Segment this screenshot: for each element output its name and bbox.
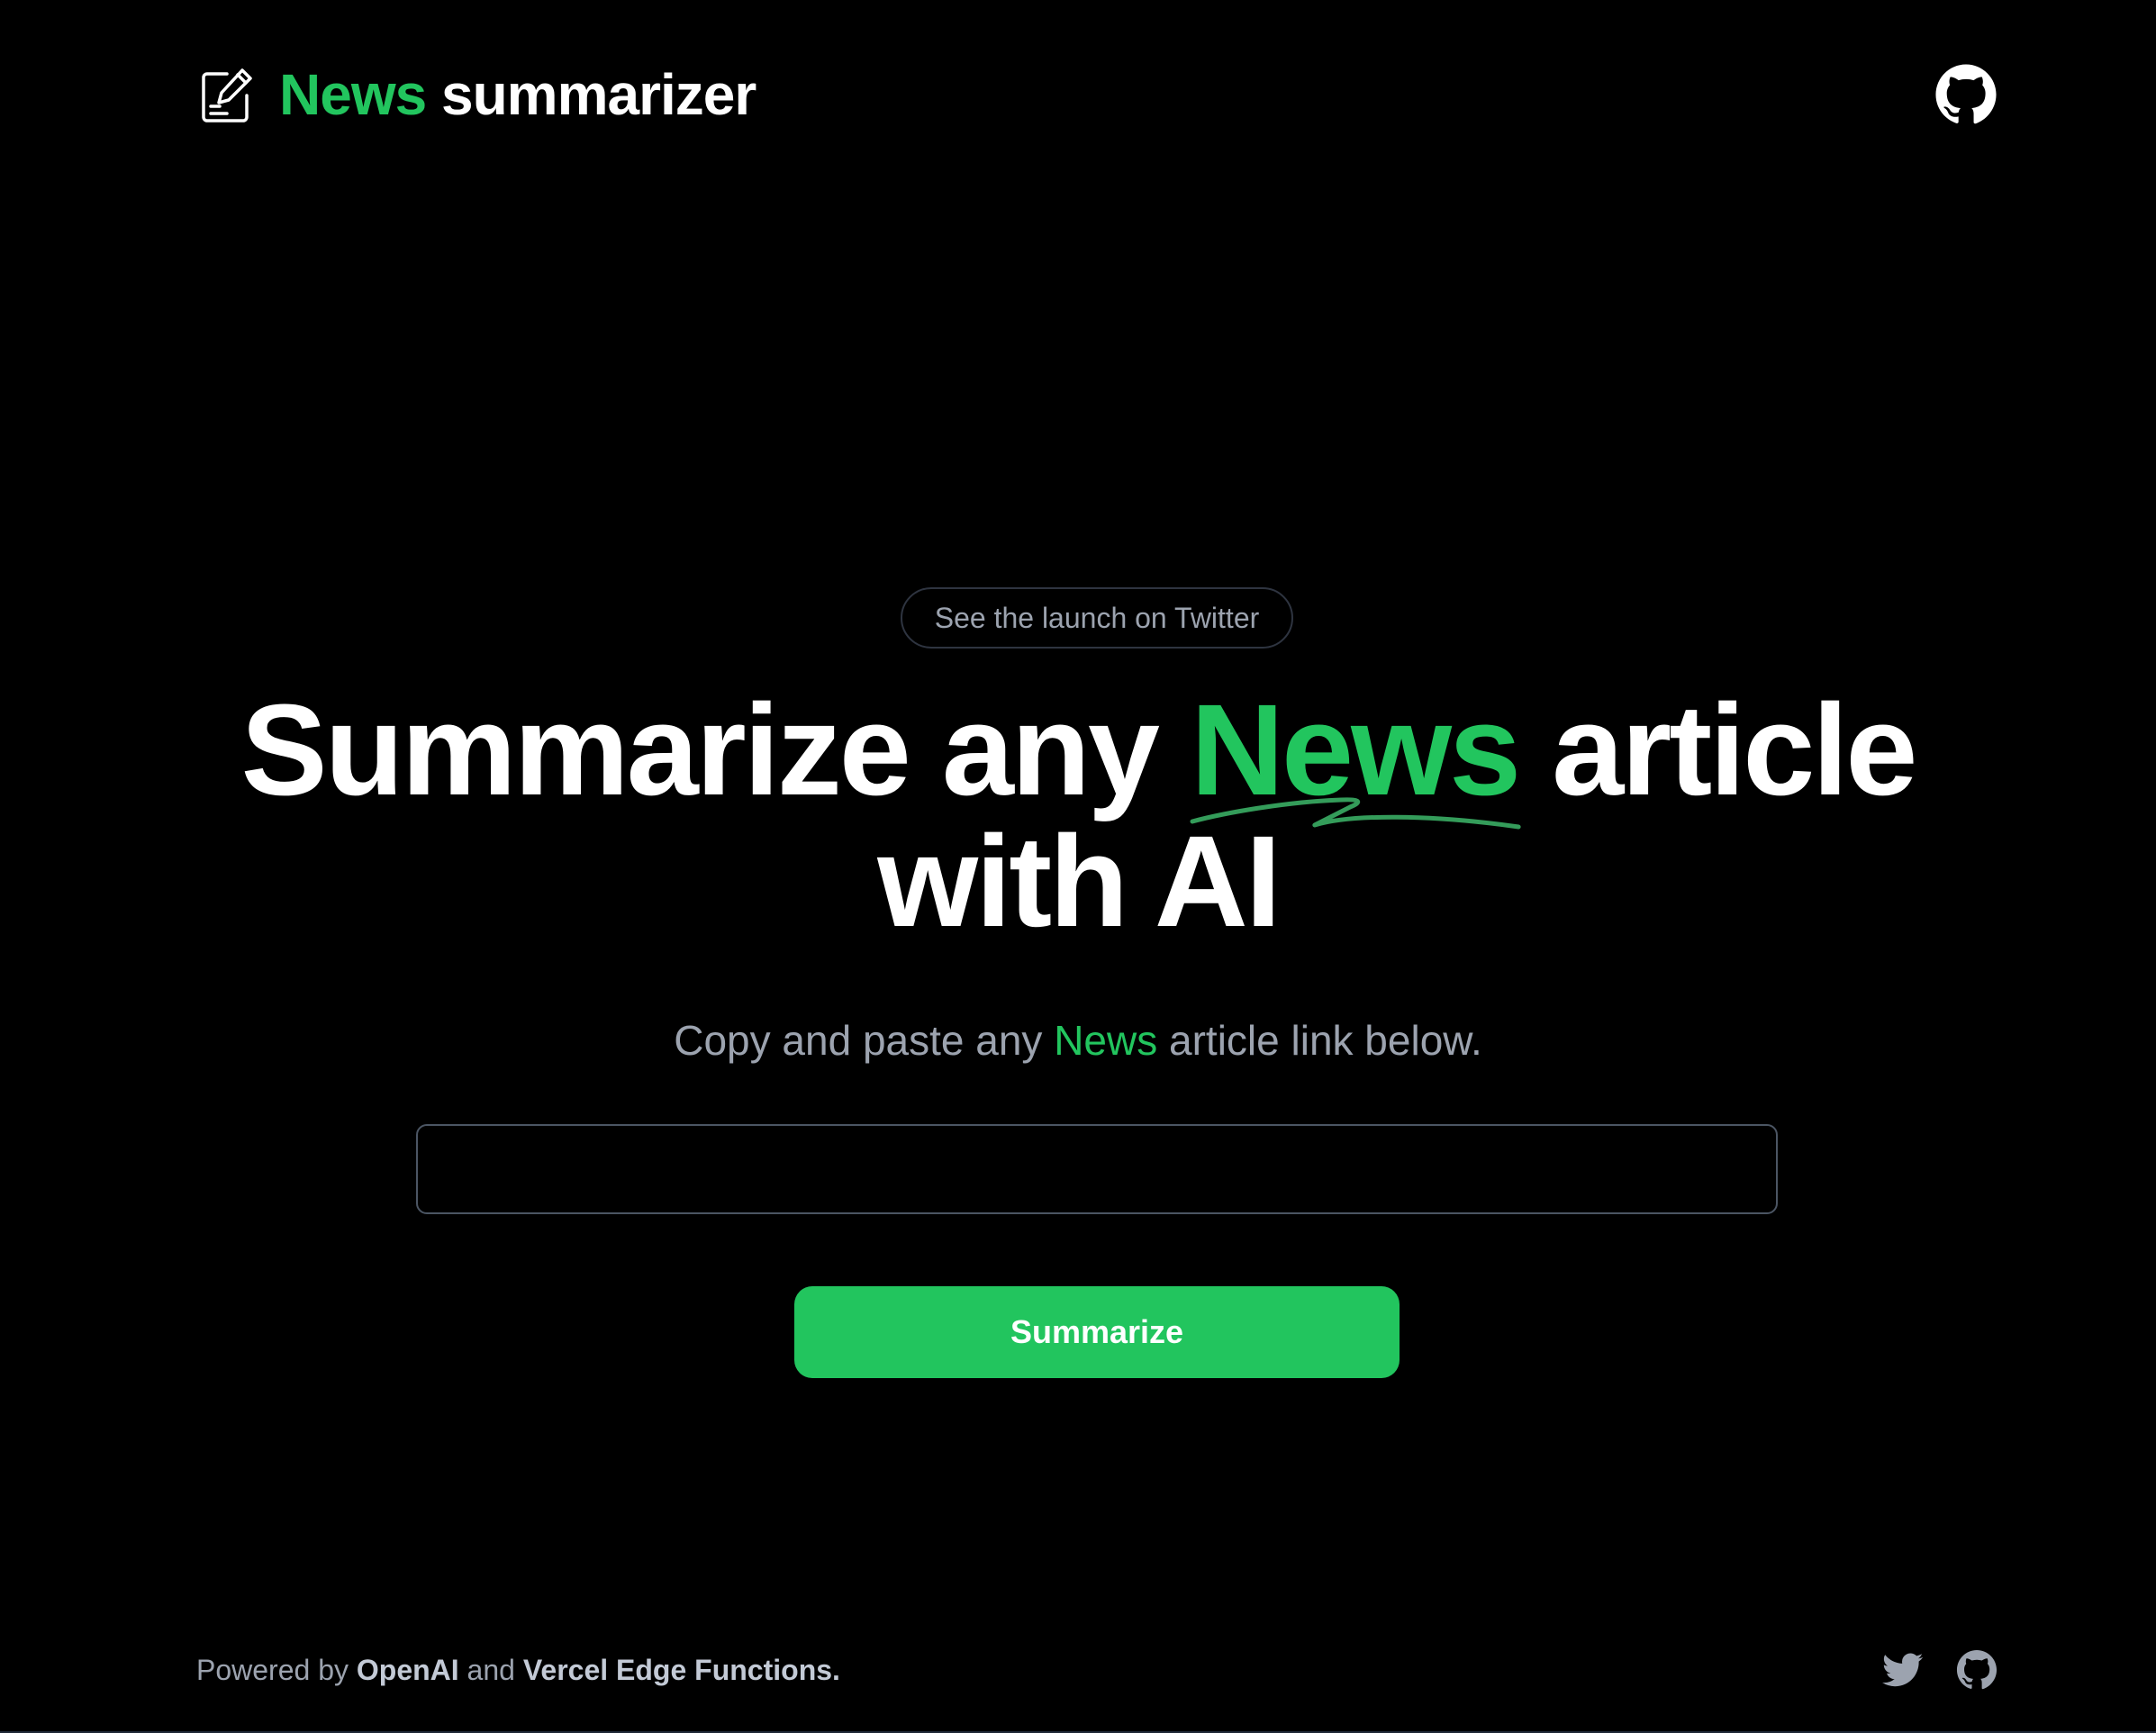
headline-accent: News [1190, 685, 1521, 830]
footer-credits: Powered by OpenAI and Vercel Edge Functi… [196, 1654, 840, 1687]
headline: Summarize any News article with AI [135, 685, 2021, 948]
twitter-icon[interactable] [1882, 1649, 1924, 1691]
github-icon[interactable] [1956, 1649, 1997, 1691]
subtitle-before: Copy and paste any [674, 1017, 1055, 1064]
summarize-button[interactable]: Summarize [794, 1286, 1400, 1378]
brand[interactable]: News summarizer [196, 61, 756, 128]
footer-and: and [458, 1653, 523, 1686]
github-icon[interactable] [1934, 63, 1997, 126]
edit-note-icon [202, 68, 252, 122]
subtitle-after: article link below. [1157, 1017, 1482, 1064]
subtitle-accent: News [1054, 1017, 1158, 1064]
twitter-launch-link[interactable]: See the launch on Twitter [901, 587, 1293, 649]
footer-powered-by: Powered by [196, 1653, 357, 1686]
squiggle-underline [1190, 797, 1521, 830]
brand-title-rest: summarizer [426, 62, 756, 127]
brand-title: News summarizer [279, 61, 756, 128]
page: News summarizer See the launch on Twitte… [0, 0, 2156, 1733]
site-header: News summarizer [196, 61, 1997, 128]
subtitle: Copy and paste any News article link bel… [0, 1016, 2156, 1065]
vercel-link[interactable]: Vercel Edge Functions. [523, 1654, 840, 1686]
headline-before: Summarize any [240, 677, 1191, 822]
openai-link[interactable]: OpenAI [357, 1654, 459, 1686]
brand-title-accent: News [279, 62, 427, 127]
footer-social [1882, 1649, 1997, 1691]
site-footer: Powered by OpenAI and Vercel Edge Functi… [196, 1645, 1997, 1695]
article-url-input[interactable] [416, 1124, 1778, 1214]
